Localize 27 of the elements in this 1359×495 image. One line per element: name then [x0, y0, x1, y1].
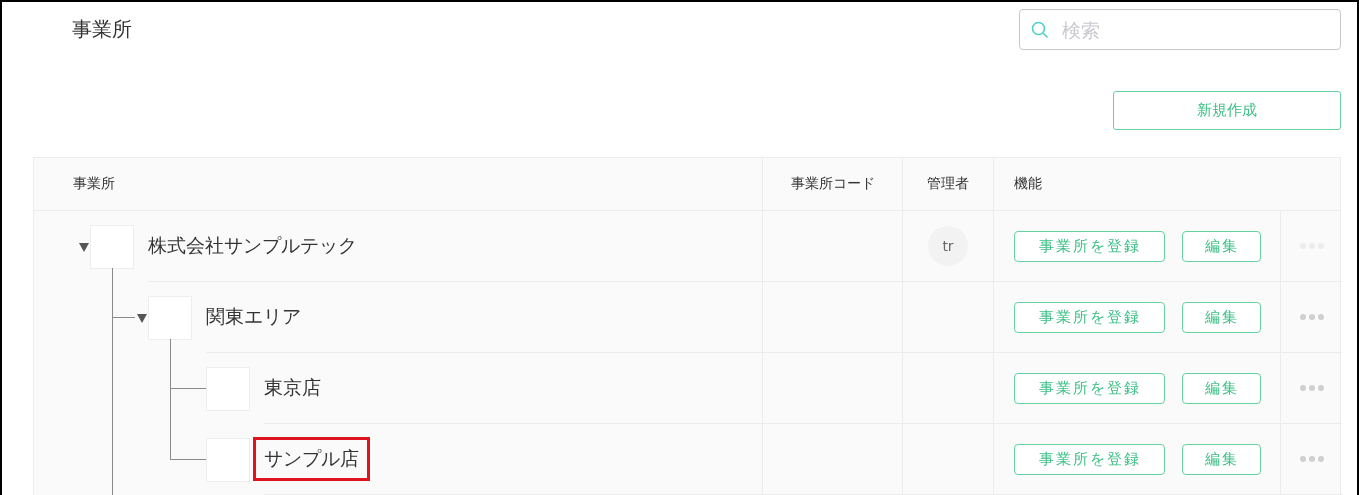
edit-button[interactable]: 編集 [1182, 372, 1261, 404]
image-placeholder [206, 437, 250, 482]
register-office-button[interactable]: 事業所を登録 [1014, 301, 1165, 333]
image-placeholder [90, 224, 134, 269]
edit-button[interactable]: 編集 [1182, 301, 1261, 333]
image-placeholder [206, 366, 250, 411]
more-icon[interactable] [1299, 456, 1324, 462]
search-icon [1031, 21, 1049, 39]
column-header: 管理者 [902, 158, 993, 210]
edit-button[interactable]: 編集 [1182, 443, 1261, 475]
register-office-button[interactable]: 事業所を登録 [1014, 443, 1165, 475]
register-office-button[interactable]: 事業所を登録 [1014, 230, 1165, 262]
office-name: 東京店 [263, 375, 322, 400]
manager-avatar: tr [928, 226, 968, 266]
register-office-button[interactable]: 事業所を登録 [1014, 372, 1165, 404]
column-header: 事業所コード [762, 158, 902, 210]
image-placeholder [148, 295, 192, 340]
more-icon[interactable] [1299, 385, 1324, 391]
new-button[interactable]: 新規作成 [1113, 91, 1341, 130]
edit-button[interactable]: 編集 [1182, 230, 1261, 262]
column-header: 機能 [993, 158, 1340, 210]
office-name: 株式会社サンプルテック [147, 233, 358, 258]
office-name: 関東エリア [205, 304, 302, 329]
column-header: 事業所 [72, 174, 116, 193]
more-icon[interactable] [1299, 314, 1324, 320]
page-title: 事業所 [72, 16, 132, 43]
office-name: サンプル店 [256, 440, 367, 478]
